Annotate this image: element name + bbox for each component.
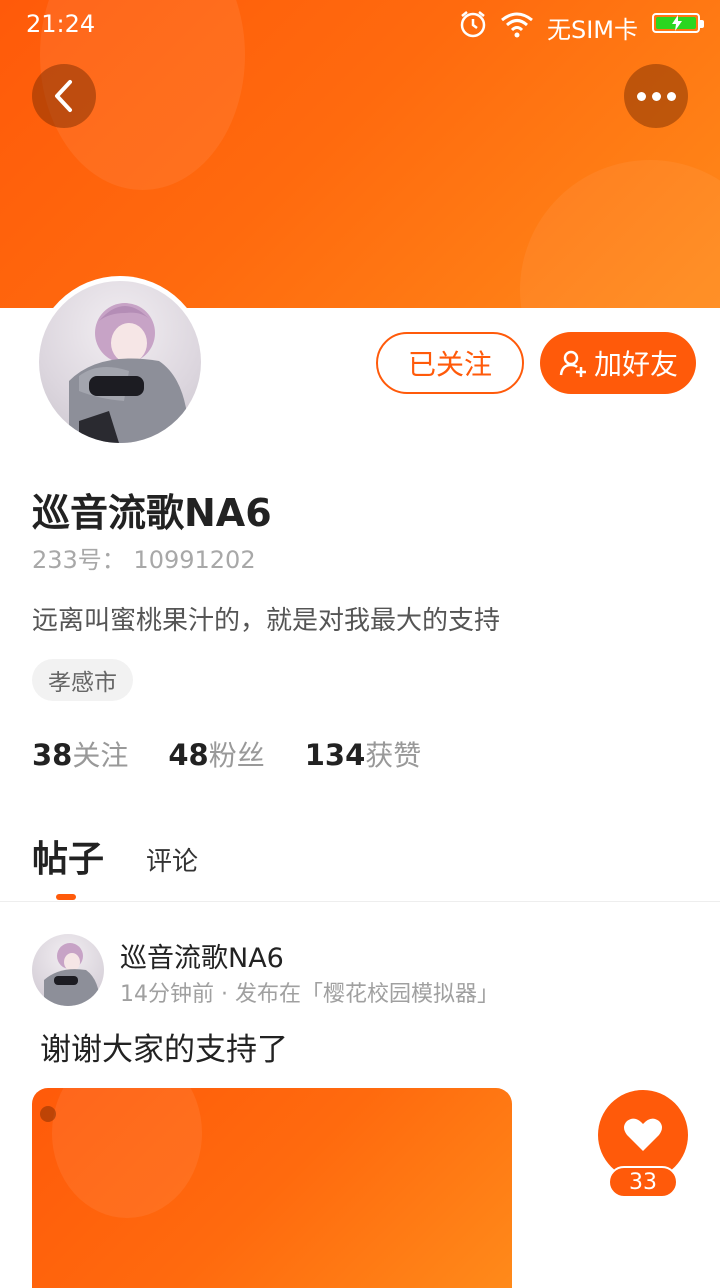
location-tag[interactable]: 孝感市: [32, 659, 133, 701]
profile-id: 233号： 10991202: [32, 546, 256, 574]
stat-following[interactable]: 38 关注: [32, 734, 128, 774]
profile-stats: 38 关注 48 粉丝 134 获赞: [32, 734, 461, 774]
divider: [0, 901, 720, 902]
alarm-icon: [458, 9, 488, 43]
tab-posts[interactable]: 帖子: [32, 830, 105, 900]
wifi-icon: [500, 10, 534, 42]
tab-posts-label: 帖子: [32, 839, 105, 880]
stat-label: 关注: [72, 739, 129, 772]
more-dots-icon: [636, 91, 676, 101]
status-bar: 21:24 无SIM卡: [0, 0, 720, 50]
carrier-text: 无SIM卡: [547, 16, 639, 44]
tab-indicator: [56, 894, 76, 900]
stat-label: 粉丝: [208, 739, 265, 772]
post-author-name[interactable]: 巡音流歌NA6: [120, 936, 284, 975]
profile-avatar[interactable]: [34, 276, 206, 448]
tab-comments[interactable]: 评论: [146, 841, 198, 882]
battery-icon: [652, 13, 704, 33]
profile-username: 巡音流歌NA6: [32, 491, 272, 535]
stat-number: 134: [304, 738, 366, 772]
banner-decoration: [520, 160, 720, 308]
post-text[interactable]: 谢谢大家的支持了: [40, 1024, 288, 1069]
stat-label: 获赞: [365, 739, 422, 772]
post-image[interactable]: [32, 1088, 512, 1288]
post-meta: 14分钟前 · 发布在「樱花校园模拟器」: [120, 982, 499, 1007]
profile-bio: 远离叫蜜桃果汁的，就是对我最大的支持: [32, 606, 501, 636]
image-back-icon: [40, 1106, 56, 1122]
stat-number: 38: [32, 738, 73, 772]
chevron-left-icon: [55, 80, 72, 112]
add-friend-label: 加好友: [593, 348, 678, 381]
followed-button[interactable]: 已关注: [376, 332, 524, 394]
add-friend-button[interactable]: 加好友: [540, 332, 696, 394]
image-decoration: [52, 1088, 202, 1218]
profile-tabs: 帖子 评论: [32, 830, 198, 900]
stat-number: 48: [168, 738, 209, 772]
add-user-icon: [559, 350, 586, 377]
more-button[interactable]: [624, 64, 688, 128]
like-count: 33: [608, 1166, 678, 1198]
heart-icon: [624, 1118, 662, 1151]
stat-followers[interactable]: 48 粉丝: [168, 734, 264, 774]
stat-likes: 134 获赞: [305, 734, 422, 774]
status-time: 21:24: [26, 10, 96, 38]
back-button[interactable]: [32, 64, 96, 128]
post-author-avatar[interactable]: [32, 934, 104, 1006]
